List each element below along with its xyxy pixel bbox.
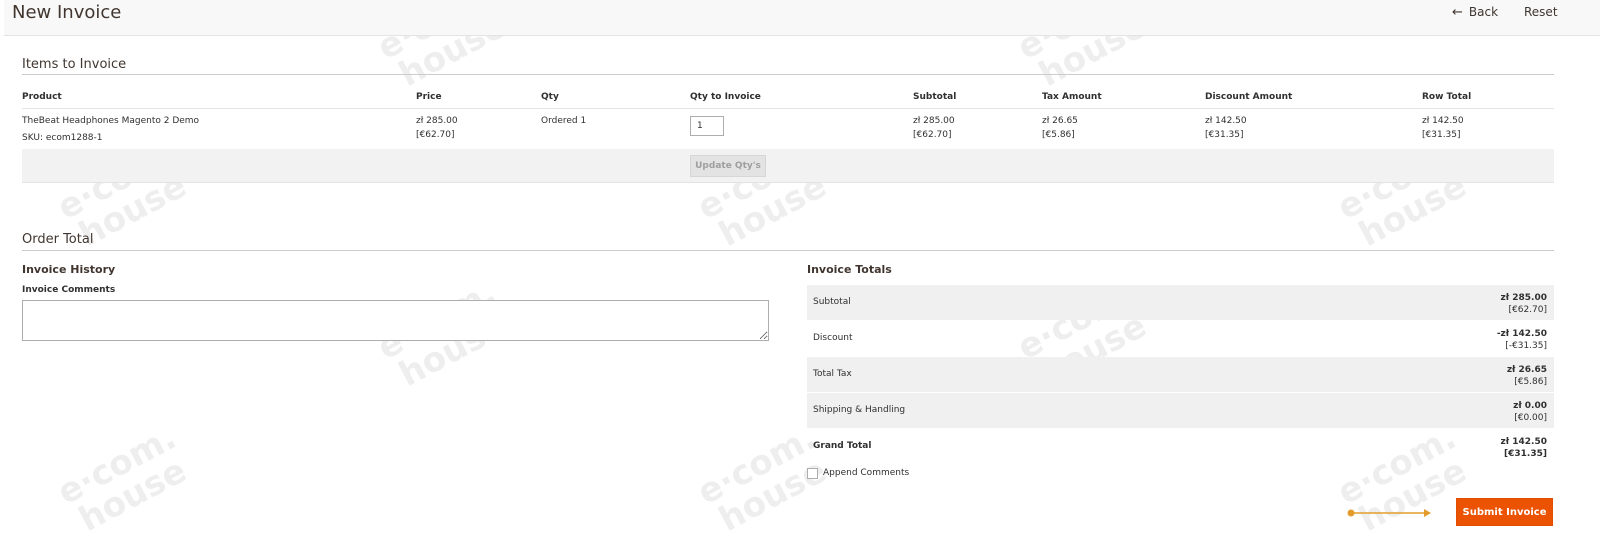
totals-row-shipping: Shipping & Handling zł 0.00 [€0.00]: [807, 393, 1554, 428]
column-header-row-total: Row Total: [1422, 92, 1472, 102]
totals-alt-value: [€5.86]: [1514, 377, 1547, 387]
totals-row-discount: Discount -zł 142.50 [-€31.35]: [807, 321, 1554, 356]
totals-alt-value: [€0.00]: [1514, 413, 1547, 423]
update-qty-bar: [22, 149, 1554, 183]
watermark-logo: e·com.house: [1331, 133, 1474, 255]
totals-label: Subtotal: [813, 297, 851, 307]
totals-label: Shipping & Handling: [813, 405, 906, 415]
totals-main-value: -zł 142.50: [1496, 329, 1547, 339]
invoice-comments-label: Invoice Comments: [22, 285, 116, 295]
item-subtotal: zł 285.00: [913, 116, 955, 126]
item-discount-amount: zł 142.50: [1205, 116, 1247, 126]
item-subtotal-alt: [€62.70]: [913, 130, 952, 140]
totals-row-grand-total: Grand Total zł 142.50 [€31.35]: [807, 429, 1554, 464]
back-button-label: Back: [1468, 5, 1499, 19]
arrow-left-icon: ←: [1452, 5, 1463, 20]
item-discount-amount-alt: [€31.35]: [1205, 130, 1244, 140]
table-header-divider: [22, 108, 1554, 109]
back-button[interactable]: ← Back: [1452, 5, 1498, 20]
append-comments-checkbox[interactable]: [807, 468, 818, 479]
column-header-qty-to-invoice: Qty to Invoice: [690, 92, 761, 102]
totals-value: zł 26.65 [€5.86]: [1507, 364, 1547, 388]
item-tax-amount-alt: [€5.86]: [1042, 130, 1075, 140]
items-section-title: Items to Invoice: [22, 57, 127, 72]
totals-main-value: zł 0.00: [1513, 401, 1547, 411]
item-tax-amount: zł 26.65: [1042, 116, 1078, 126]
item-row-total-alt: [€31.35]: [1422, 130, 1461, 140]
totals-value: zł 142.50 [€31.35]: [1501, 436, 1547, 460]
totals-label: Grand Total: [813, 441, 872, 451]
totals-label: Total Tax: [813, 369, 852, 379]
item-qty: Ordered 1: [541, 116, 587, 126]
totals-row-total-tax: Total Tax zł 26.65 [€5.86]: [807, 357, 1554, 392]
totals-value: zł 285.00 [€62.70]: [1501, 292, 1547, 316]
section-divider: [22, 250, 1554, 251]
totals-alt-value: [€62.70]: [1508, 305, 1547, 315]
watermark-logo: e·com.house: [51, 417, 194, 540]
totals-label: Discount: [813, 333, 853, 343]
watermark-logo: e·com.house: [371, 273, 514, 395]
totals-main-value: zł 26.65: [1506, 365, 1547, 375]
totals-row-subtotal: Subtotal zł 285.00 [€62.70]: [807, 285, 1554, 320]
product-sku: SKU: ecom1288-1: [22, 133, 103, 143]
column-header-discount-amount: Discount Amount: [1205, 92, 1293, 102]
invoice-totals-title: Invoice Totals: [807, 263, 892, 276]
page-title: New Invoice: [12, 2, 122, 23]
order-total-title: Order Total: [22, 232, 94, 247]
column-header-tax-amount: Tax Amount: [1042, 92, 1102, 102]
submit-invoice-button[interactable]: Submit Invoice: [1456, 498, 1553, 526]
column-header-subtotal: Subtotal: [913, 92, 957, 102]
update-qty-button[interactable]: Update Qty's: [690, 155, 766, 177]
item-price-alt: [€62.70]: [416, 130, 455, 140]
product-name: TheBeat Headphones Magento 2 Demo: [22, 116, 200, 126]
column-header-price: Price: [416, 92, 442, 102]
totals-main-value: zł 142.50: [1500, 437, 1547, 447]
invoice-comments-textarea[interactable]: [22, 300, 769, 341]
item-row-total: zł 142.50: [1422, 116, 1464, 126]
item-price: zł 285.00: [416, 116, 458, 126]
totals-value: -zł 142.50 [-€31.35]: [1497, 328, 1547, 352]
column-header-product: Product: [22, 92, 62, 102]
page-header: New Invoice: [4, 0, 1600, 36]
totals-alt-value: [-€31.35]: [1505, 341, 1547, 351]
pointer-arrow-icon: [1347, 509, 1431, 517]
totals-main-value: zł 285.00: [1500, 293, 1547, 303]
section-divider: [22, 74, 1554, 75]
reset-button[interactable]: Reset: [1524, 5, 1558, 19]
column-header-qty: Qty: [541, 92, 559, 102]
append-comments-label[interactable]: Append Comments: [823, 468, 909, 478]
qty-to-invoice-input[interactable]: [690, 116, 724, 136]
totals-value: zł 0.00 [€0.00]: [1513, 400, 1547, 424]
totals-alt-value: [€31.35]: [1504, 449, 1547, 459]
invoice-history-title: Invoice History: [22, 263, 116, 276]
